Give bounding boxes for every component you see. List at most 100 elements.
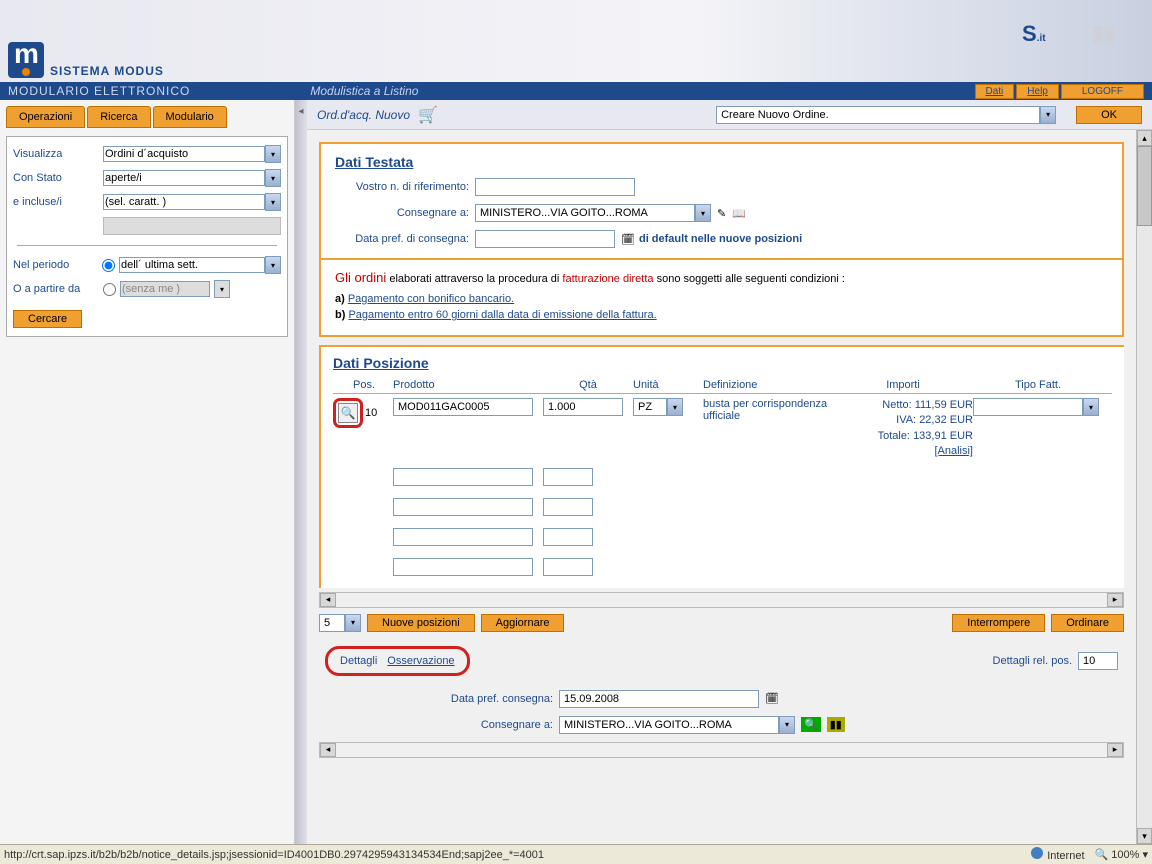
scroll-left-icon[interactable]: ◂ <box>320 593 336 607</box>
globe-icon <box>1031 847 1043 859</box>
print-icon[interactable]: ▮▮ <box>1092 21 1132 61</box>
rel-pos-input[interactable] <box>1078 652 1118 670</box>
logo-icon <box>8 42 44 78</box>
riferimento-input[interactable] <box>475 178 635 196</box>
prodotto-input[interactable] <box>393 498 533 516</box>
th-unita: Unità <box>633 379 703 391</box>
prodotto-input[interactable] <box>393 528 533 546</box>
dettagli-label: Dettagli <box>340 655 377 667</box>
data-pref-consegna-input[interactable] <box>559 690 759 708</box>
logo-text: SISTEMA MODUS <box>50 64 164 78</box>
book-icon[interactable]: 📖 <box>732 207 746 220</box>
scroll-up-icon[interactable]: ▴ <box>1137 130 1152 146</box>
highlight-circle: 🔍 <box>333 398 363 428</box>
table-header-row: Pos. Prodotto Qtà Unità Definizione Impo… <box>333 377 1112 394</box>
dropdown-arrow-icon[interactable]: ▾ <box>345 614 361 632</box>
cercare-button[interactable]: Cercare <box>13 310 82 328</box>
ok-button[interactable]: OK <box>1076 106 1142 124</box>
tab-modulario[interactable]: Modulario <box>153 106 227 128</box>
scroll-left-icon[interactable]: ◂ <box>320 743 336 757</box>
qta-input[interactable] <box>543 398 623 416</box>
qta-input[interactable] <box>543 468 593 486</box>
nav-logoff[interactable]: LOGOFF <box>1061 84 1144 99</box>
highlight-circle: Dettagli Osservazione <box>325 646 470 676</box>
tab-ricerca[interactable]: Ricerca <box>87 106 150 128</box>
action-dropdown[interactable] <box>716 106 1040 124</box>
aggiornare-button[interactable]: Aggiornare <box>481 614 565 632</box>
status-zoom[interactable]: 🔍 100% ▾ <box>1095 848 1148 861</box>
bonifico-link[interactable]: Pagamento con bonifico bancario. <box>348 293 514 305</box>
pagamento60-link[interactable]: Pagamento entro 60 giorni dalla data di … <box>348 309 656 321</box>
divider <box>17 245 277 246</box>
copy-icon[interactable]: ▮▮ <box>827 717 845 732</box>
qta-input[interactable] <box>543 528 593 546</box>
pos-count-input[interactable] <box>319 614 345 632</box>
dropdown-arrow-icon[interactable]: ▾ <box>779 716 795 734</box>
magnify-button[interactable]: 🔍 <box>338 403 358 423</box>
prodotto-input[interactable] <box>393 558 533 576</box>
nav-help[interactable]: Help <box>1016 84 1059 99</box>
periodo-radio[interactable] <box>102 259 115 272</box>
search-icon[interactable]: 🔍 <box>801 717 821 732</box>
scroll-right-icon[interactable]: ▸ <box>1107 593 1123 607</box>
analisi-link[interactable]: [Analisi] <box>934 445 973 457</box>
dropdown-arrow-icon[interactable]: ▾ <box>265 145 281 163</box>
panel-splitter[interactable]: ◂ <box>295 100 307 844</box>
dropdown-arrow-icon[interactable]: ▾ <box>265 256 281 274</box>
vertical-scrollbar[interactable]: ▴ ▾ <box>1136 130 1152 844</box>
edit-icon[interactable]: ✎ <box>717 207 726 220</box>
scroll-down-icon[interactable]: ▾ <box>1137 828 1152 844</box>
tipo-fatt-input[interactable] <box>973 398 1083 416</box>
app-title: MODULARIO ELETTRONICO <box>8 84 190 98</box>
partire-label: O a partire da <box>13 283 103 295</box>
rel-pos-label: Dettagli rel. pos. <box>993 655 1072 667</box>
stato-select[interactable] <box>103 170 265 186</box>
pos-number: 10 <box>365 407 377 419</box>
partire-input <box>120 281 210 297</box>
scroll-thumb[interactable] <box>1137 146 1152 226</box>
unita-input[interactable] <box>633 398 667 416</box>
calendar-icon[interactable]: 🗓 <box>621 233 635 246</box>
testata-box: Dati Testata Vostro n. di riferimento: C… <box>319 142 1124 337</box>
visualizza-select[interactable] <box>103 146 265 162</box>
table-row <box>333 554 1112 584</box>
logo-area: SISTEMA MODUS <box>0 0 172 82</box>
data-pref-consegna-label: Data pref. consegna: <box>319 693 559 705</box>
dropdown-arrow-icon[interactable]: ▾ <box>667 398 683 416</box>
periodo-select[interactable] <box>119 257 265 273</box>
th-qta: Qtà <box>543 379 633 391</box>
consegnare-a-select[interactable] <box>559 716 779 734</box>
dropdown-arrow-icon[interactable]: ▾ <box>1040 106 1056 124</box>
status-internet: Internet <box>1031 847 1084 862</box>
main-panel: Ord.d'acq. Nuovo 🛒 ▾ OK Dati Testata Vos… <box>307 100 1152 844</box>
partire-radio[interactable] <box>103 283 116 296</box>
scroll-right-icon[interactable]: ▸ <box>1107 743 1123 757</box>
ordinare-button[interactable]: Ordinare <box>1051 614 1124 632</box>
consegnare-select[interactable] <box>475 204 695 222</box>
data-pref-input[interactable] <box>475 230 615 248</box>
interrompere-button[interactable]: Interrompere <box>952 614 1045 632</box>
osservazione-link[interactable]: Osservazione <box>387 655 454 667</box>
dropdown-arrow-icon[interactable]: ▾ <box>265 193 281 211</box>
dropdown-arrow-icon[interactable]: ▾ <box>1083 398 1099 416</box>
prodotto-input[interactable] <box>393 398 533 416</box>
divider <box>321 258 1122 260</box>
data-pref-label: Data pref. di consegna: <box>335 233 475 245</box>
horizontal-scrollbar[interactable]: ◂ ▸ <box>319 592 1124 608</box>
qta-input[interactable] <box>543 558 593 576</box>
tab-operazioni[interactable]: Operazioni <box>6 106 85 128</box>
incluse-select[interactable] <box>103 194 265 210</box>
dropdown-arrow-icon[interactable]: ▾ <box>695 204 711 222</box>
header-right-icons: S.it ▮▮ <box>1002 0 1152 82</box>
brand-icon: S.it <box>1022 21 1062 61</box>
prodotto-input[interactable] <box>393 468 533 486</box>
table-row <box>333 494 1112 524</box>
qta-input[interactable] <box>543 498 593 516</box>
dropdown-arrow-icon[interactable]: ▾ <box>265 169 281 187</box>
horizontal-scrollbar[interactable]: ◂ ▸ <box>319 742 1124 758</box>
riferimento-label: Vostro n. di riferimento: <box>335 181 475 193</box>
calendar-icon[interactable]: 🗓 <box>765 692 779 705</box>
nav-dati[interactable]: Dati <box>975 84 1015 99</box>
visualizza-label: Visualizza <box>13 148 103 160</box>
nuove-posizioni-button[interactable]: Nuove posizioni <box>367 614 475 632</box>
